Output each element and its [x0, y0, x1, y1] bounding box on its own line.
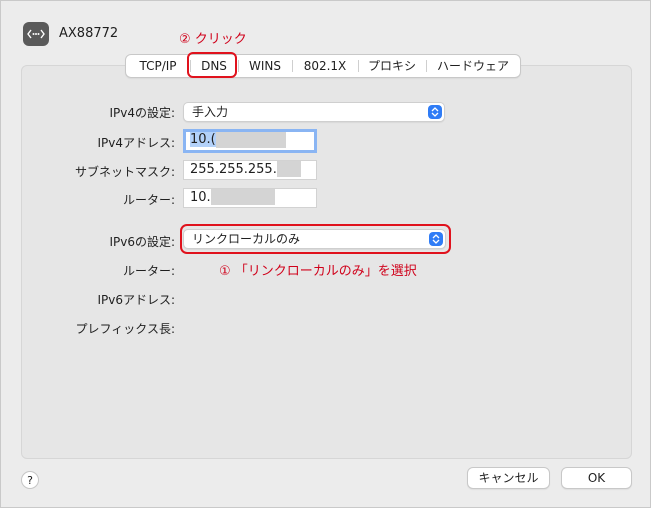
chevron-updown-icon: [428, 105, 442, 119]
subnet-mask-value: 255.255.255.: [190, 162, 277, 177]
ipv4-config-label: IPv4の設定:: [109, 106, 175, 120]
help-button[interactable]: ?: [21, 471, 39, 489]
ipv6-router-label: ルーター:: [122, 264, 175, 278]
ipv4-router-field[interactable]: 10.: [183, 188, 317, 208]
ipv6-config-value: リンクローカルのみ: [192, 232, 301, 246]
ipv4-router-value: 10.: [190, 190, 211, 205]
network-settings-window: AX88772 ② クリック TCP/IP DNS WINS 802.1X プロ…: [0, 0, 651, 508]
select-annotation: ① 「リンクローカルのみ」を選択: [219, 264, 417, 279]
ipv4-address-field[interactable]: 10.(: [183, 129, 317, 153]
ipv6-config-label: IPv6の設定:: [109, 235, 175, 249]
tab-tcpip[interactable]: TCP/IP: [126, 55, 190, 77]
ipv4-address-value: 10.(: [190, 132, 216, 147]
tab-8021x[interactable]: 802.1X: [292, 55, 358, 77]
subnet-mask-label: サブネットマスク:: [74, 165, 175, 179]
tab-wins[interactable]: WINS: [238, 55, 292, 77]
ipv4-config-value: 手入力: [192, 105, 229, 119]
ipv4-address-label: IPv4アドレス:: [97, 136, 175, 150]
network-dots-icon: [23, 22, 49, 46]
chevron-updown-icon: [429, 232, 443, 246]
prefix-length-label: プレフィックス長:: [75, 322, 175, 336]
redaction-mask: [215, 132, 286, 148]
tab-proxy[interactable]: プロキシ: [358, 55, 426, 77]
ipv4-config-select[interactable]: 手入力: [183, 102, 445, 122]
redaction-mask: [276, 161, 301, 177]
redaction-mask: [210, 189, 275, 205]
device-title: AX88772: [59, 26, 119, 41]
tab-dns[interactable]: DNS: [190, 55, 238, 77]
ok-button[interactable]: OK: [561, 467, 632, 489]
cancel-button[interactable]: キャンセル: [467, 467, 550, 489]
click-annotation: ② クリック: [179, 32, 247, 47]
tab-hardware[interactable]: ハードウェア: [426, 55, 520, 77]
tab-bar: TCP/IP DNS WINS 802.1X プロキシ ハードウェア: [125, 54, 521, 78]
ipv4-router-label: ルーター:: [122, 193, 175, 207]
subnet-mask-field[interactable]: 255.255.255.: [183, 160, 317, 180]
ipv6-address-label: IPv6アドレス:: [97, 293, 175, 307]
ipv6-config-select[interactable]: リンクローカルのみ: [183, 229, 446, 249]
